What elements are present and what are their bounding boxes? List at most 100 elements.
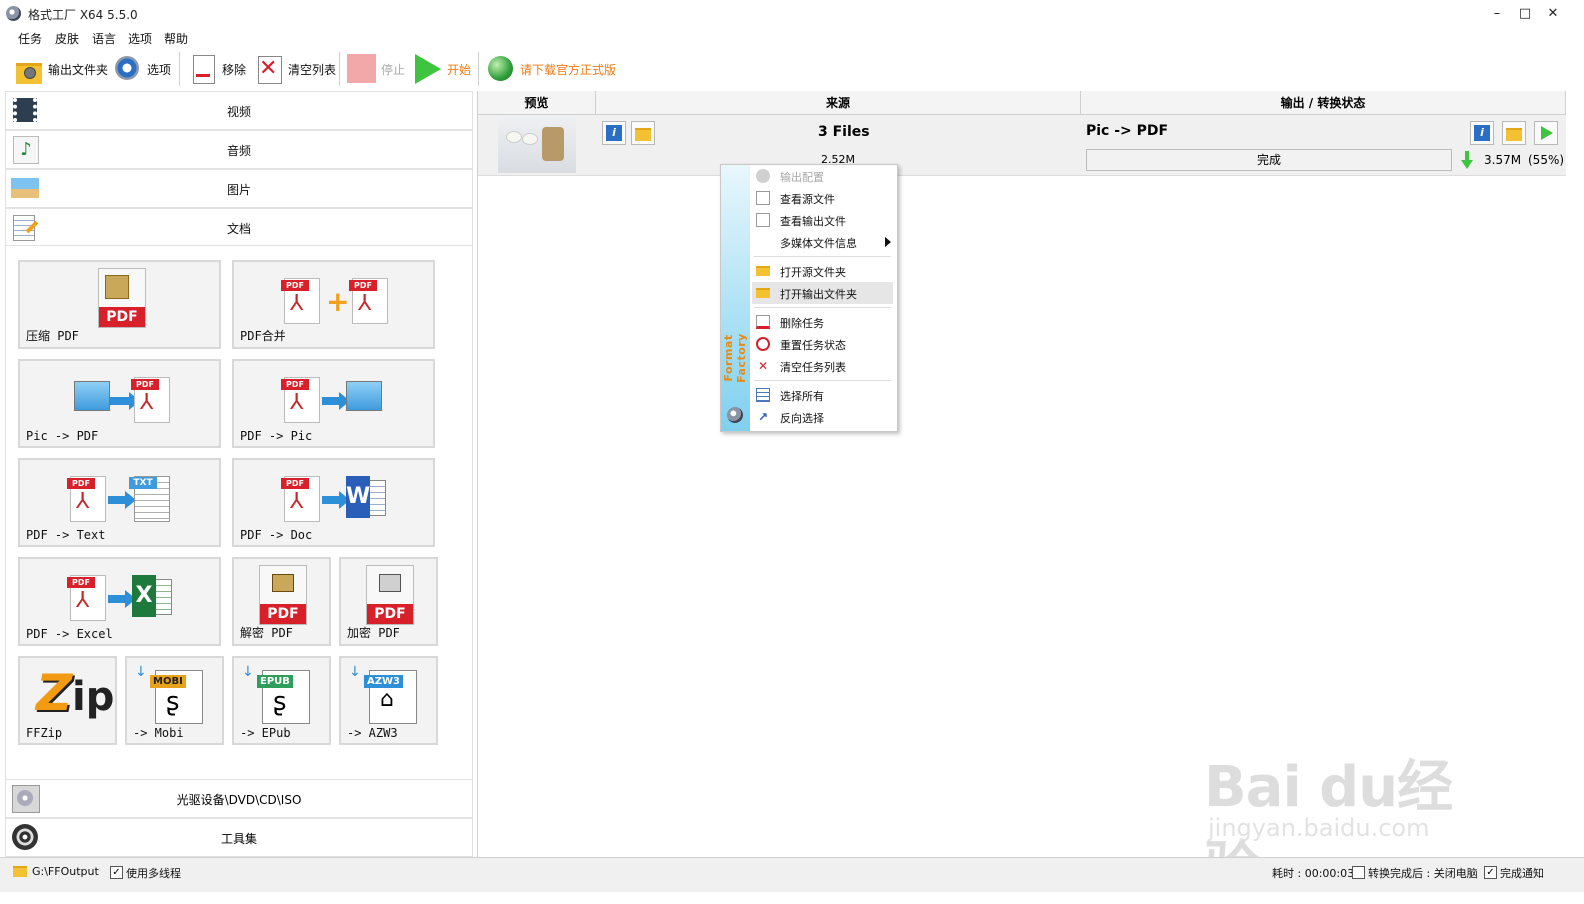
menu-select-all[interactable]: 选择所有	[750, 384, 897, 406]
arrow-right-icon	[108, 590, 136, 608]
menu-skin[interactable]: 皮肤	[55, 30, 79, 47]
tile-decrypt-pdf[interactable]: PDF 解密 PDF	[232, 557, 331, 646]
tile-pdf-to-pic[interactable]: PDF ⅄ PDF -> Pic	[232, 359, 435, 448]
zip-logo-icon: Z	[36, 664, 73, 722]
context-menu: Format Factory 输出配置 查看源文件 查看输出文件 多媒体文件信息…	[720, 164, 898, 432]
maximize-button[interactable]: □	[1510, 3, 1540, 25]
picture-icon	[346, 381, 382, 411]
menu-help[interactable]: 帮助	[164, 30, 188, 47]
tile-encrypt-pdf[interactable]: PDF 加密 PDF	[339, 557, 438, 646]
word-icon: W	[346, 476, 386, 518]
app-logo-icon	[6, 6, 21, 21]
baidu-watermark: Bai du经验 jingyan.baidu.com	[1204, 755, 1453, 901]
output-folder-button[interactable]: 输出文件夹	[14, 52, 108, 86]
tile-to-epub[interactable]: ↓ EPUB ʂ -> EPub	[232, 656, 331, 745]
pdf-icon: PDF ⅄	[67, 476, 106, 522]
multithread-checkbox[interactable]: ✓	[110, 866, 123, 879]
tile-pdf-merge[interactable]: PDF ⅄ + PDF ⅄ PDF合并	[232, 260, 435, 349]
gear-icon	[756, 169, 770, 183]
source-folder-button[interactable]	[631, 121, 655, 145]
source-file-count: 3 Files	[818, 124, 870, 140]
menu-open-source-folder[interactable]: 打开源文件夹	[750, 260, 897, 282]
menu-open-output-folder[interactable]: 打开输出文件夹	[752, 282, 893, 304]
stop-button[interactable]: 停止	[347, 52, 405, 86]
clear-list-button[interactable]: ✕ 清空列表	[254, 52, 336, 86]
reset-icon	[756, 337, 770, 351]
tile-compress-pdf[interactable]: PDF 压缩 PDF	[18, 260, 221, 349]
tile-pic-to-pdf[interactable]: PDF ⅄ Pic -> PDF	[18, 359, 221, 448]
menu-reset-task-status[interactable]: 重置任务状态	[750, 333, 897, 355]
column-header-output[interactable]: 输出 / 转换状态	[1081, 91, 1566, 115]
gear-icon	[113, 54, 143, 84]
excel-icon: X	[132, 575, 172, 617]
menu-options[interactable]: 选项	[128, 30, 152, 47]
status-bar: G:\FFOutput ✓ 使用多线程 耗时 : 00:00:03 转换完成后 …	[0, 857, 1584, 892]
output-path[interactable]: G:\FFOutput	[32, 865, 99, 878]
menu-delete-task[interactable]: 删除任务	[750, 311, 897, 333]
menu-output-settings[interactable]: 输出配置	[750, 165, 897, 187]
output-info-button[interactable]: i	[1470, 121, 1494, 145]
select-all-icon	[756, 388, 770, 402]
arrow-right-icon	[108, 491, 136, 509]
menu-clear-task-list[interactable]: ✕ 清空任务列表	[750, 355, 897, 377]
folder-icon	[635, 128, 651, 141]
category-video[interactable]: 视频	[5, 91, 473, 130]
text-file-icon: TXT	[129, 476, 170, 522]
start-button[interactable]: 开始	[413, 52, 471, 86]
toolbar-separator	[478, 52, 479, 86]
pdf-icon: PDF ⅄	[349, 278, 388, 324]
options-button[interactable]: 选项	[113, 52, 171, 86]
task-preview-thumbnail	[498, 117, 576, 173]
toolbar-separator	[179, 52, 180, 86]
elapsed-time: 耗时 : 00:00:03	[1272, 867, 1355, 880]
column-header-preview[interactable]: 预览	[478, 91, 596, 115]
delete-file-icon	[756, 315, 770, 329]
menu-view-output-file[interactable]: 查看输出文件	[750, 209, 897, 231]
tile-to-azw3[interactable]: ↓ AZW3 ⌂ -> AZW3	[339, 656, 438, 745]
remove-file-icon	[188, 54, 218, 84]
arrow-right-icon	[322, 392, 350, 410]
folder-icon	[756, 288, 770, 298]
output-folder-button[interactable]	[1502, 121, 1526, 145]
category-tools[interactable]: 工具集	[5, 818, 473, 857]
column-header-source[interactable]: 来源	[596, 91, 1081, 115]
unlock-pdf-icon: PDF	[259, 565, 307, 625]
tile-pdf-to-doc[interactable]: PDF ⅄ W PDF -> Doc	[232, 458, 435, 547]
category-disc[interactable]: 光驱设备\DVD\CD\ISO	[5, 779, 473, 818]
document-tools-grid: PDF 压缩 PDF PDF ⅄ + PDF ⅄ PDF合并 PDF ⅄ Pic ->…	[5, 245, 473, 784]
close-button[interactable]: ✕	[1538, 3, 1568, 25]
lock-pdf-icon: PDF	[366, 565, 414, 625]
pdf-icon: PDF ⅄	[281, 476, 320, 522]
tile-to-mobi[interactable]: ↓ MOBI ʂ -> Mobi	[125, 656, 224, 745]
pdf-icon: PDF ⅄	[67, 575, 106, 621]
menu-task[interactable]: 任务	[18, 30, 42, 47]
tile-pdf-to-text[interactable]: PDF ⅄ TXT PDF -> Text	[18, 458, 221, 547]
category-audio[interactable]: ♪ 音频	[5, 130, 473, 169]
left-panel: 视频 ♪ 音频 图片 文档 PDF 压缩 PDF PDF ⅄ + PDF ⅄ P…	[0, 91, 474, 857]
download-arrow-icon: ↓	[349, 664, 361, 680]
context-menu-brand-band: Format Factory	[721, 165, 750, 431]
task-row[interactable]: i 3 Files 2.52M Pic -> PDF 完成 3.57M (55%…	[478, 115, 1566, 176]
menu-media-info[interactable]: 多媒体文件信息	[750, 231, 897, 253]
tile-ffzip[interactable]: Z ip FFZip	[18, 656, 117, 745]
download-official-link[interactable]: 请下载官方正式版	[486, 52, 616, 86]
azw3-file-icon: AZW3 ⌂	[364, 670, 417, 724]
notify-checkbox[interactable]: ✓	[1484, 866, 1497, 879]
menu-view-source-file[interactable]: 查看源文件	[750, 187, 897, 209]
pdf-icon: PDF ⅄	[281, 377, 320, 423]
info-icon: i	[1474, 125, 1490, 141]
down-arrow-icon	[1461, 151, 1473, 169]
minimize-button[interactable]: –	[1482, 3, 1512, 25]
menu-invert-selection[interactable]: ↗ 反向选择	[750, 406, 897, 428]
source-info-button[interactable]: i	[602, 121, 626, 145]
invert-selection-icon: ↗	[757, 410, 769, 424]
play-output-button[interactable]	[1534, 121, 1558, 145]
category-image[interactable]: 图片	[5, 169, 473, 208]
menu-language[interactable]: 语言	[92, 30, 116, 47]
play-icon	[413, 54, 443, 84]
tile-pdf-to-excel[interactable]: PDF ⅄ X PDF -> Excel	[18, 557, 221, 646]
remove-button[interactable]: 移除	[188, 52, 246, 86]
category-document[interactable]: 文档	[5, 208, 473, 247]
pdf-icon: PDF ⅄	[131, 377, 170, 423]
after-convert-checkbox[interactable]	[1352, 866, 1365, 879]
